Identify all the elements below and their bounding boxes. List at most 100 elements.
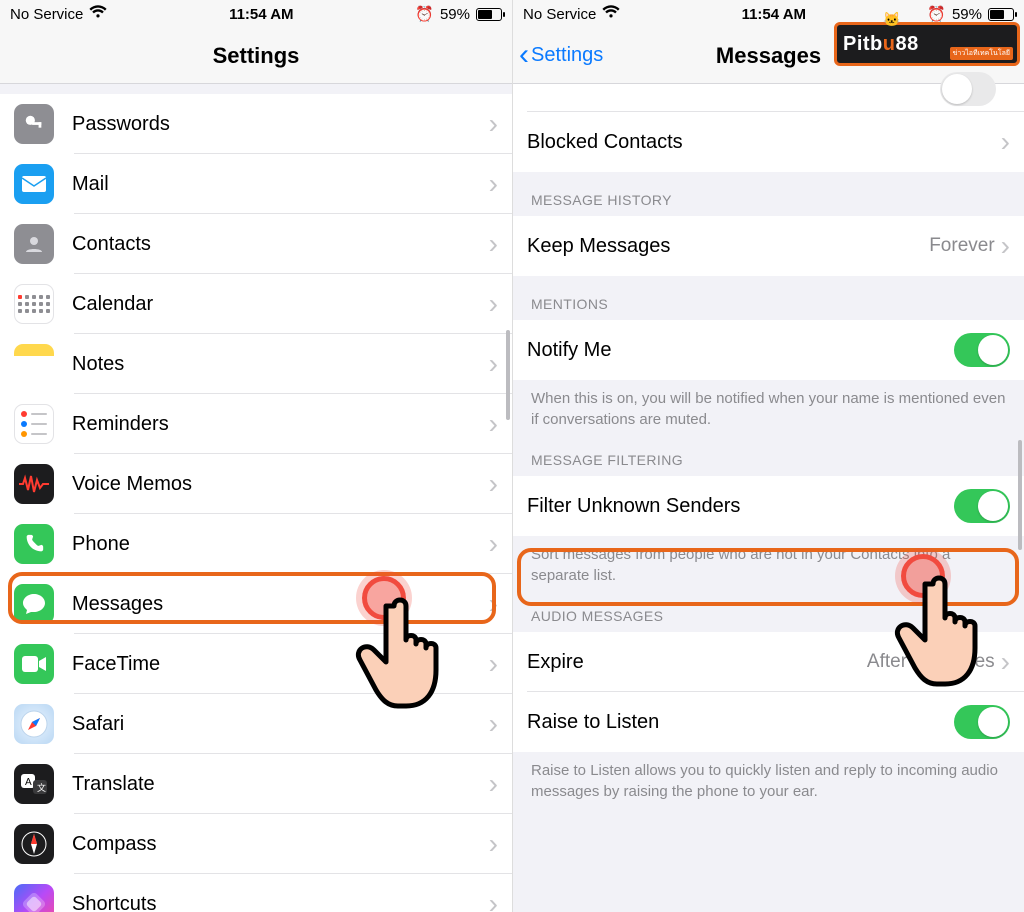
- row-label: Raise to Listen: [527, 711, 954, 734]
- messages-icon: [14, 584, 54, 624]
- chevron-right-icon: ›: [489, 110, 512, 138]
- chevron-right-icon: ›: [489, 890, 512, 912]
- row-passwords[interactable]: Passwords ›: [0, 94, 512, 154]
- scrollbar[interactable]: [1018, 440, 1022, 550]
- status-bar: No Service 11:54 AM ⏰ 59%: [0, 0, 512, 28]
- row-calendar[interactable]: Calendar ›: [0, 274, 512, 334]
- screenshots-container: No Service 11:54 AM ⏰ 59% Settings Passw…: [0, 0, 1024, 912]
- navbar: Settings: [0, 28, 512, 84]
- row-value: Forever: [929, 235, 1000, 257]
- row-label: Compass: [72, 833, 489, 856]
- wifi-icon: [89, 5, 107, 23]
- row-label: Notes: [72, 353, 489, 376]
- back-label: Settings: [531, 44, 603, 67]
- chevron-right-icon: ›: [1001, 648, 1024, 676]
- toggle-partial-top[interactable]: [940, 72, 996, 106]
- wifi-icon: [602, 5, 620, 23]
- settings-root-screen: No Service 11:54 AM ⏰ 59% Settings Passw…: [0, 0, 512, 912]
- toggle-filter-unknown[interactable]: [954, 489, 1010, 523]
- voice-memos-icon: [14, 464, 54, 504]
- row-expire[interactable]: Expire After 2 Minutes ›: [513, 632, 1024, 692]
- chevron-right-icon: ›: [489, 770, 512, 798]
- messages-settings-screen: No Service 11:54 AM ⏰ 59% ‹ Settings Mes…: [512, 0, 1024, 912]
- safari-icon: [14, 704, 54, 744]
- chevron-right-icon: ›: [489, 590, 512, 618]
- svg-text:A: A: [25, 777, 32, 788]
- back-button[interactable]: ‹ Settings: [519, 28, 603, 83]
- row-label: Contacts: [72, 233, 489, 256]
- battery-pct: 59%: [952, 6, 982, 23]
- carrier-text: No Service: [10, 6, 83, 23]
- facetime-icon: [14, 644, 54, 684]
- row-filter-unknown[interactable]: Filter Unknown Senders: [513, 476, 1024, 536]
- notes-icon: [14, 344, 54, 384]
- compass-icon: [14, 824, 54, 864]
- watermark-badge: 🐱 Pitbu88 ข่าวไอทีเทคโนโลยี: [834, 22, 1020, 66]
- chevron-right-icon: ›: [489, 290, 512, 318]
- chevron-right-icon: ›: [489, 530, 512, 558]
- reminders-icon: [14, 404, 54, 444]
- row-reminders[interactable]: Reminders ›: [0, 394, 512, 454]
- row-label: Filter Unknown Senders: [527, 495, 954, 518]
- row-label: Voice Memos: [72, 473, 489, 496]
- row-safari[interactable]: Safari ›: [0, 694, 512, 754]
- battery-icon: [988, 8, 1014, 21]
- chevron-right-icon: ›: [489, 230, 512, 258]
- chevron-right-icon: ›: [1001, 128, 1024, 156]
- row-translate[interactable]: A文 Translate ›: [0, 754, 512, 814]
- row-label: Reminders: [72, 413, 489, 436]
- row-label: Mail: [72, 173, 489, 196]
- row-keep-messages[interactable]: Keep Messages Forever ›: [513, 216, 1024, 276]
- carrier-text: No Service: [523, 6, 596, 23]
- watermark-text: Pitbu88: [843, 33, 919, 56]
- toggle-raise-listen[interactable]: [954, 705, 1010, 739]
- row-label: Phone: [72, 533, 489, 556]
- mail-icon: [14, 164, 54, 204]
- contacts-icon: [14, 224, 54, 264]
- section-footer-filtering: Sort messages from people who are not in…: [513, 536, 1024, 600]
- cat-icon: 🐱: [883, 11, 900, 28]
- chevron-right-icon: ›: [489, 170, 512, 198]
- row-facetime[interactable]: FaceTime ›: [0, 634, 512, 694]
- scrollbar[interactable]: [506, 330, 510, 420]
- row-raise-listen[interactable]: Raise to Listen: [513, 692, 1024, 752]
- row-messages[interactable]: Messages ›: [0, 574, 512, 634]
- settings-list[interactable]: Passwords › Mail › Contacts › Calendar ›: [0, 94, 512, 912]
- calendar-icon: [14, 284, 54, 324]
- row-phone[interactable]: Phone ›: [0, 514, 512, 574]
- row-label: FaceTime: [72, 653, 489, 676]
- row-notes[interactable]: Notes ›: [0, 334, 512, 394]
- row-label: Expire: [527, 651, 867, 674]
- battery-pct: 59%: [440, 6, 470, 23]
- chevron-right-icon: ›: [489, 830, 512, 858]
- row-mail[interactable]: Mail ›: [0, 154, 512, 214]
- chevron-right-icon: ›: [489, 710, 512, 738]
- chevron-right-icon: ›: [1001, 232, 1024, 260]
- row-label: Keep Messages: [527, 235, 929, 258]
- row-label: Passwords: [72, 113, 489, 136]
- toggle-notify-me[interactable]: [954, 333, 1010, 367]
- row-shortcuts[interactable]: Shortcuts ›: [0, 874, 512, 912]
- shortcuts-icon: [14, 884, 54, 912]
- clock-text: 11:54 AM: [742, 6, 806, 23]
- row-label: Safari: [72, 713, 489, 736]
- watermark-sub: ข่าวไอทีเทคโนโลยี: [950, 47, 1013, 60]
- section-footer-audio: Raise to Listen allows you to quickly li…: [513, 752, 1024, 816]
- row-notify-me[interactable]: Notify Me: [513, 320, 1024, 380]
- section-header-mentions: MENTIONS: [513, 276, 1024, 320]
- page-title: Settings: [213, 43, 300, 69]
- row-blocked-contacts[interactable]: Blocked Contacts ›: [513, 112, 1024, 172]
- row-label: Calendar: [72, 293, 489, 316]
- row-voice-memos[interactable]: Voice Memos ›: [0, 454, 512, 514]
- row-label: Messages: [72, 593, 489, 616]
- chevron-right-icon: ›: [489, 650, 512, 678]
- row-contacts[interactable]: Contacts ›: [0, 214, 512, 274]
- alarm-icon: ⏰: [927, 5, 946, 23]
- svg-text:文: 文: [37, 782, 46, 793]
- row-compass[interactable]: Compass ›: [0, 814, 512, 874]
- phone-icon: [14, 524, 54, 564]
- row-label: Translate: [72, 773, 489, 796]
- translate-icon: A文: [14, 764, 54, 804]
- alarm-icon: ⏰: [415, 5, 434, 23]
- section-footer-mentions: When this is on, you will be notified wh…: [513, 380, 1024, 444]
